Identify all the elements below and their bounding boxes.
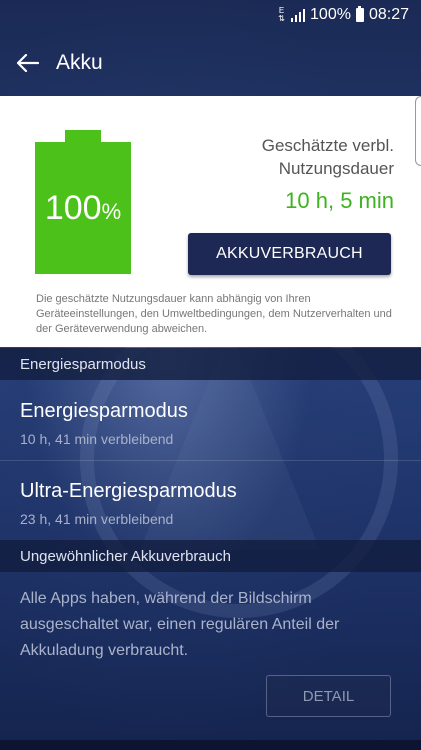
- estimate-value: 10 h, 5 min: [285, 188, 394, 213]
- battery-body: 100%: [35, 142, 131, 274]
- edge-panel-handle[interactable]: [415, 96, 421, 166]
- network-type-icon: E ⇅: [278, 6, 285, 23]
- clock-text: 08:27: [368, 6, 409, 23]
- estimate-disclaimer: Die geschätzte Nutzungsdauer kann abhäng…: [36, 293, 392, 335]
- back-button[interactable]: [0, 30, 56, 96]
- app-bar: Akku: [0, 30, 421, 96]
- section-header-power-saving: Energiesparmodus: [0, 348, 421, 380]
- item-title: Ultra-Energiesparmodus: [20, 480, 237, 502]
- item-subtitle: 10 h, 41 min verbleibend: [20, 431, 174, 447]
- item-title: Energiesparmodus: [20, 400, 188, 422]
- status-bar: E ⇅ 100% 08:27: [0, 0, 421, 30]
- power-saving-mode-item[interactable]: Energiesparmodus 10 h, 41 min verbleiben…: [0, 380, 421, 460]
- battery-level-graphic: 100%: [35, 130, 131, 274]
- back-arrow-icon: [17, 54, 39, 72]
- unusual-usage-message: Alle Apps haben, während der Bildschirm …: [20, 590, 340, 659]
- battery-icon: [355, 5, 364, 22]
- battery-card: 100% Geschätzte verbl. Nutzungsdauer 10 …: [0, 96, 421, 347]
- battery-percent-text: 100%: [310, 6, 351, 23]
- battery-percent-label: 100%: [44, 188, 122, 227]
- bottom-edge: [0, 740, 421, 750]
- ultra-power-saving-mode-item[interactable]: Ultra-Energiesparmodus 23 h, 41 min verb…: [0, 460, 421, 540]
- section-header-unusual-usage: Ungewöhnlicher Akkuverbrauch: [0, 540, 421, 572]
- item-subtitle: 23 h, 41 min verbleibend: [20, 511, 174, 527]
- battery-usage-button[interactable]: AKKUVERBRAUCH: [188, 233, 391, 275]
- signal-icon: [290, 8, 306, 22]
- battery-cap: [65, 130, 101, 142]
- page-title: Akku: [56, 51, 103, 74]
- estimate-label: Geschätzte verbl. Nutzungsdauer: [261, 136, 394, 178]
- detail-button[interactable]: DETAIL: [266, 675, 391, 717]
